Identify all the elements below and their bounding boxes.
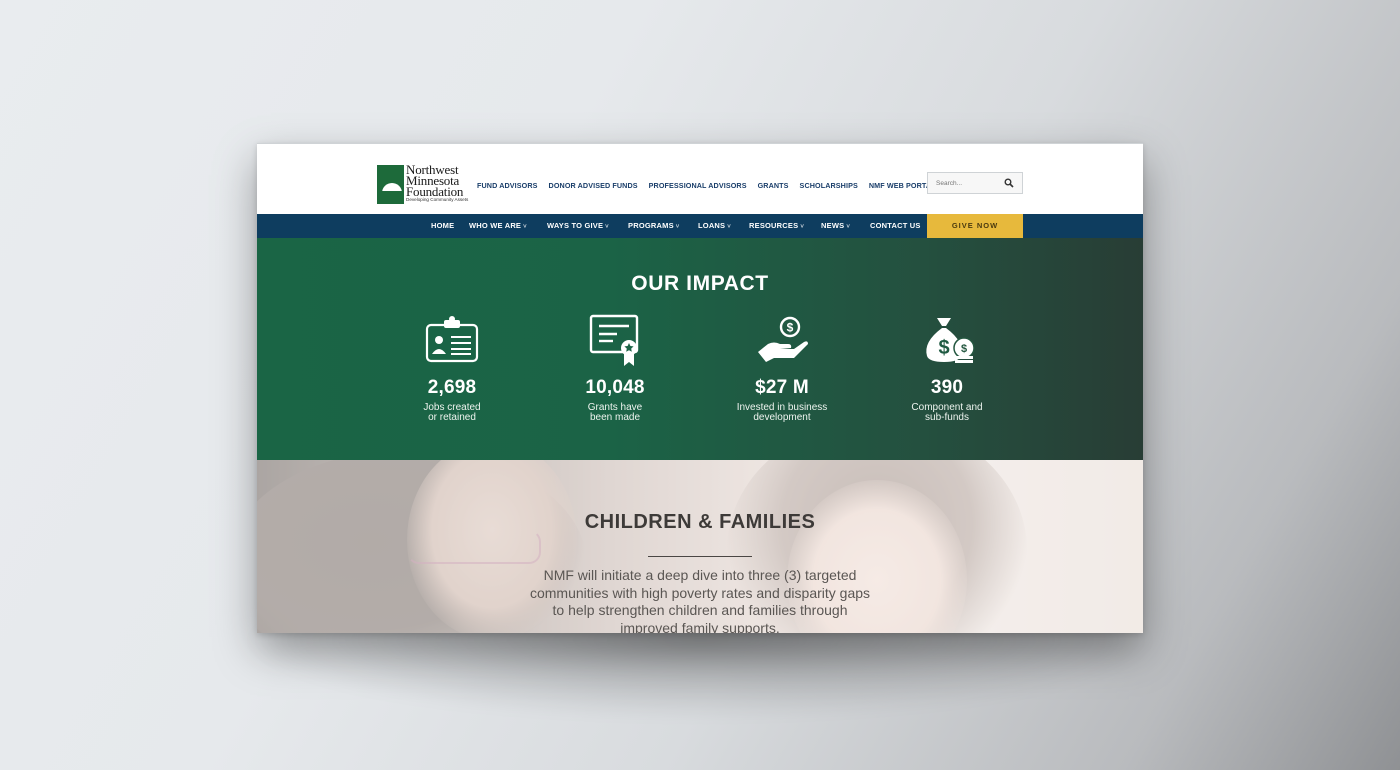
nav-label: RESOURCES bbox=[749, 221, 799, 230]
chevron-down-icon: ˅ bbox=[605, 224, 609, 230]
svg-text:$: $ bbox=[938, 337, 949, 359]
impact-stat: $ $27 M Invested in business development bbox=[712, 316, 852, 423]
search-input[interactable] bbox=[928, 173, 1012, 193]
nav-label: WAYS TO GIVE bbox=[547, 221, 604, 230]
give-now-button[interactable]: GIVE NOW bbox=[927, 214, 1023, 238]
chevron-down-icon: ˅ bbox=[846, 224, 851, 230]
svg-text:$: $ bbox=[787, 321, 794, 335]
logo-text: Northwest Minnesota Foundation Developin… bbox=[406, 163, 469, 203]
stat-label: Grants have been made bbox=[545, 403, 685, 423]
nav-who-we-are[interactable]: WHO WE ARE ˅ bbox=[469, 214, 527, 238]
topnav-donor-advised-funds[interactable]: DONOR ADVISED FUNDS bbox=[549, 181, 638, 190]
topnav-fund-advisors[interactable]: FUND ADVISORS bbox=[477, 181, 538, 190]
utility-nav: FUND ADVISORS DONOR ADVISED FUNDS PROFES… bbox=[477, 181, 947, 190]
section-title: CHILDREN & FAMILIES bbox=[584, 511, 816, 533]
title-divider bbox=[648, 556, 752, 557]
stat-value: $27 M bbox=[755, 377, 809, 398]
impact-stat: 10,048 Grants have been made bbox=[545, 314, 685, 423]
website-screenshot: Northwest Minnesota Foundation Developin… bbox=[257, 143, 1143, 633]
stat-label-line: sub-funds bbox=[925, 412, 969, 423]
impact-stat: $ $ 390 Component and sub-funds bbox=[877, 316, 1017, 423]
chevron-down-icon: ˅ bbox=[800, 224, 805, 230]
topnav-professional-advisors[interactable]: PROFESSIONAL ADVISORS bbox=[649, 181, 747, 190]
search-icon[interactable] bbox=[1004, 178, 1014, 188]
money-bag-icon: $ $ bbox=[926, 318, 975, 363]
svg-text:$: $ bbox=[961, 343, 967, 355]
nav-resources[interactable]: RESOURCES ˅ bbox=[749, 214, 804, 238]
chevron-down-icon: ˅ bbox=[675, 224, 680, 230]
impact-section: OUR IMPACT 2,698 Jobs created or retaine… bbox=[257, 238, 1143, 460]
topnav-scholarships[interactable]: SCHOLARSHIPS bbox=[800, 181, 858, 190]
stat-value: 2,698 bbox=[427, 377, 477, 398]
nav-news[interactable]: NEWS ˅ bbox=[821, 214, 850, 238]
stat-label-line: development bbox=[753, 412, 811, 423]
logo-line: Foundation bbox=[406, 184, 464, 199]
search-box bbox=[927, 172, 1023, 194]
stat-label-line: been made bbox=[589, 412, 641, 423]
site-header: Northwest Minnesota Foundation Developin… bbox=[257, 143, 1143, 214]
impact-stat: 2,698 Jobs created or retained bbox=[382, 316, 522, 423]
nav-label: HOME bbox=[431, 221, 455, 230]
nav-contact-us[interactable]: CONTACT US bbox=[870, 214, 921, 238]
chevron-down-icon: ˅ bbox=[523, 224, 527, 230]
certificate-icon bbox=[589, 314, 639, 366]
stat-label: Jobs created or retained bbox=[382, 403, 522, 423]
nav-loans[interactable]: LOANS ˅ bbox=[698, 214, 731, 238]
nav-ways-to-give[interactable]: WAYS TO GIVE ˅ bbox=[547, 214, 609, 238]
stat-label: Invested in business development bbox=[712, 403, 852, 423]
children-families-section: CHILDREN & FAMILIES NMF will initiate a … bbox=[257, 460, 1143, 633]
nav-label: LOANS bbox=[698, 221, 726, 230]
site-logo[interactable]: Northwest Minnesota Foundation Developin… bbox=[377, 163, 479, 206]
stat-value: 390 bbox=[930, 377, 964, 398]
topnav-web-portal[interactable]: NMF WEB PORTAL bbox=[869, 181, 936, 190]
nav-home[interactable]: HOME bbox=[431, 214, 454, 238]
logo-tagline: Developing Community Assets bbox=[406, 197, 469, 202]
stat-value: 10,048 bbox=[585, 377, 645, 398]
nav-label: NEWS bbox=[821, 221, 845, 230]
nav-label: PROGRAMS bbox=[628, 221, 674, 230]
nav-programs[interactable]: PROGRAMS ˅ bbox=[628, 214, 680, 238]
section-title: OUR IMPACT bbox=[631, 272, 769, 295]
nav-label: CONTACT US bbox=[870, 221, 921, 230]
stat-label-line: or retained bbox=[428, 412, 476, 423]
section-description: NMF will initiate a deep dive into three… bbox=[529, 567, 871, 633]
topnav-grants[interactable]: GRANTS bbox=[758, 181, 789, 190]
nav-label: WHO WE ARE bbox=[469, 221, 522, 230]
logo-sun-icon bbox=[377, 165, 404, 204]
id-badge-icon bbox=[425, 316, 479, 363]
stat-label: Component and sub-funds bbox=[877, 403, 1017, 423]
chevron-down-icon: ˅ bbox=[727, 224, 731, 230]
hand-coin-icon: $ bbox=[758, 316, 808, 362]
